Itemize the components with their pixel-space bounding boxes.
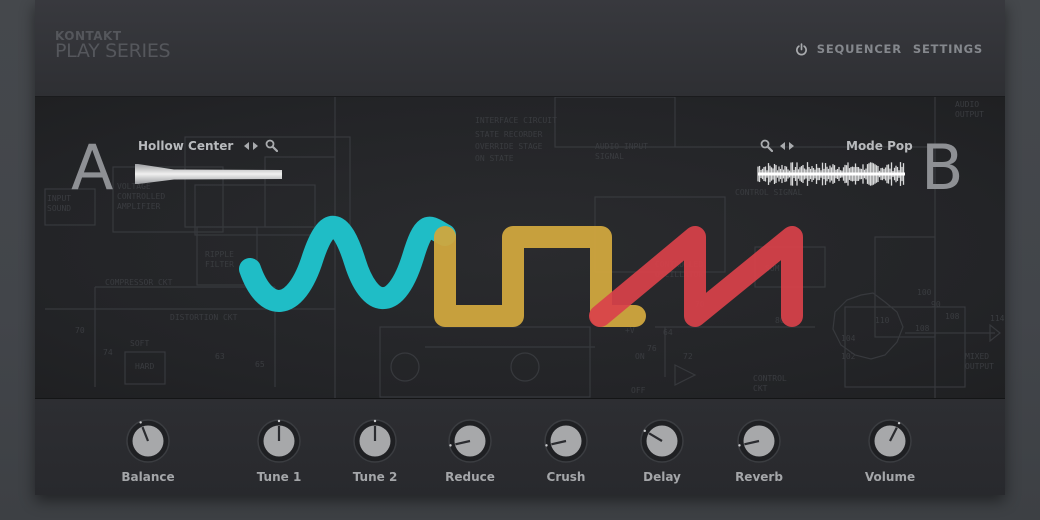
- knob-value-dot: [643, 429, 646, 433]
- brand-play-series: PLAY SERIES: [55, 40, 171, 62]
- header-bar: KONTAKT PLAY SERIES SEQUENCER SETTINGS: [35, 0, 1005, 97]
- knob-value-dot: [545, 444, 548, 447]
- knob-bar: Balance Tune 1 Tune 2 Reduce Crush Delay Rever…: [35, 399, 1005, 495]
- sine-wave-shape: [239, 215, 456, 312]
- knob-value-dot: [897, 421, 901, 425]
- knob-label: Tune 2: [352, 470, 398, 484]
- power-icon[interactable]: [795, 42, 808, 56]
- knob-value-dot: [449, 444, 452, 447]
- knob-label: Crush: [546, 470, 586, 484]
- instrument-panel: KONTAKT PLAY SERIES SEQUENCER SETTINGS I…: [35, 0, 1005, 495]
- knob-value-dot: [373, 419, 377, 423]
- knob-label: Volume: [864, 470, 916, 484]
- knob-dial[interactable]: [256, 418, 302, 464]
- knob-dial[interactable]: [867, 418, 913, 464]
- knob-tune-2[interactable]: Tune 2: [335, 399, 415, 495]
- sound-display: INPUT SOUND VOLTAGE CONTROLLED AMPLIFIER…: [35, 97, 1005, 399]
- knob-crush[interactable]: Crush: [526, 399, 606, 495]
- knob-reduce[interactable]: Reduce: [430, 399, 510, 495]
- knob-value-dot: [139, 421, 142, 424]
- knob-delay[interactable]: Delay: [622, 399, 702, 495]
- knob-dial[interactable]: [352, 418, 398, 464]
- knob-label: Balance: [121, 470, 175, 484]
- knob-label: Reverb: [735, 470, 783, 484]
- knob-volume[interactable]: Volume: [850, 399, 930, 495]
- knob-value-dot: [738, 444, 741, 447]
- saw-wave-shape: [589, 226, 803, 327]
- header-nav: SEQUENCER SETTINGS: [795, 42, 983, 56]
- settings-button[interactable]: SETTINGS: [913, 42, 983, 56]
- knob-dial[interactable]: [736, 418, 782, 464]
- knob-dial[interactable]: [125, 418, 171, 464]
- knob-reverb[interactable]: Reverb: [719, 399, 799, 495]
- knob-balance[interactable]: Balance: [108, 399, 188, 495]
- knob-tune-1[interactable]: Tune 1: [239, 399, 319, 495]
- knob-dial[interactable]: [447, 418, 493, 464]
- knob-dial[interactable]: [543, 418, 589, 464]
- knob-label: Tune 1: [256, 470, 302, 484]
- sequencer-button[interactable]: SEQUENCER: [817, 42, 902, 56]
- knob-label: Reduce: [445, 470, 495, 484]
- knob-dial[interactable]: [639, 418, 685, 464]
- knob-value-dot: [277, 419, 281, 423]
- wave-logo: [239, 215, 803, 327]
- knob-label: Delay: [643, 470, 681, 484]
